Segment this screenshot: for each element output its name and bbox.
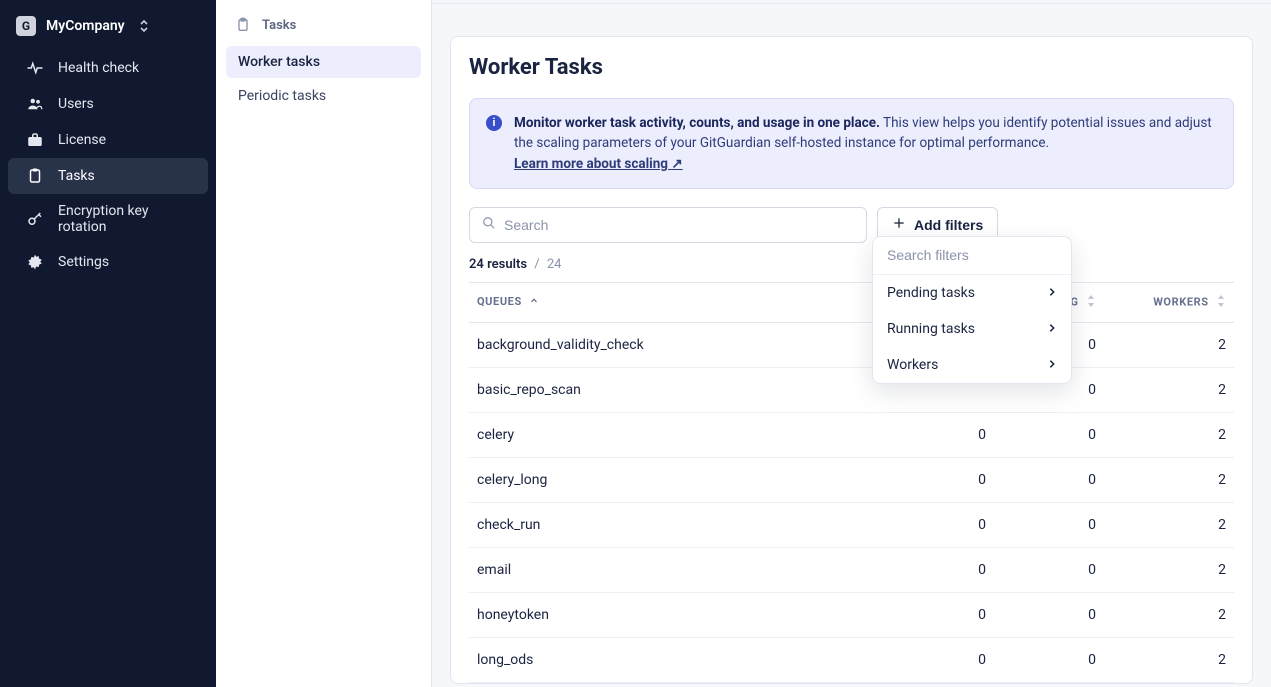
chevron-up-icon [529, 296, 539, 309]
chevron-updown-icon [135, 17, 153, 35]
sub-header: Tasks [226, 12, 421, 46]
workers-cell: 2 [1104, 637, 1234, 682]
queue-cell: long_ods [469, 637, 884, 682]
workers-cell: 2 [1104, 412, 1234, 457]
nav-settings[interactable]: Settings [8, 244, 208, 280]
search-box[interactable] [469, 207, 867, 243]
external-link-icon: ↗ [671, 156, 682, 172]
sub-sidebar: Tasks Worker tasks Periodic tasks [216, 0, 432, 687]
pending-cell: 0 [884, 412, 994, 457]
key-icon [26, 210, 44, 228]
nav-tasks[interactable]: Tasks [8, 158, 208, 194]
table-row[interactable]: email002 [469, 547, 1234, 592]
pending-cell: 0 [884, 547, 994, 592]
queue-cell: background_validity_check [469, 322, 884, 367]
queue-cell: celery_long [469, 457, 884, 502]
queue-cell: celery [469, 412, 884, 457]
nav-encryption[interactable]: Encryption key rotation [8, 194, 208, 244]
filter-search-input[interactable] [887, 247, 1057, 263]
sort-icon [1216, 295, 1226, 310]
main: Worker Tasks i Monitor worker task activ… [432, 0, 1271, 687]
chevron-right-icon [1047, 321, 1057, 337]
table-row[interactable]: celery002 [469, 412, 1234, 457]
nav-health-check[interactable]: Health check [8, 50, 208, 86]
nav-users[interactable]: Users [8, 86, 208, 122]
running-cell: 0 [994, 457, 1104, 502]
gear-icon [26, 253, 44, 271]
results-count-label: 24 results [469, 257, 527, 272]
info-banner: i Monitor worker task activity, counts, … [469, 98, 1234, 189]
column-workers[interactable]: WORKERS [1104, 282, 1234, 322]
topbar [432, 0, 1271, 4]
table-row[interactable]: basic_repo_scan02 [469, 367, 1234, 412]
nav-label: License [58, 132, 106, 148]
workers-cell: 2 [1104, 592, 1234, 637]
workers-cell: 2 [1104, 502, 1234, 547]
results-total: 24 [547, 257, 562, 272]
nav-label: Health check [58, 60, 139, 76]
workers-cell: 2 [1104, 547, 1234, 592]
nav-license[interactable]: License [8, 122, 208, 158]
queue-cell: email [469, 547, 884, 592]
nav-label: Settings [58, 254, 109, 270]
table-row[interactable]: celery_long002 [469, 457, 1234, 502]
filter-option-workers[interactable]: Workers [873, 347, 1071, 383]
running-cell: 0 [994, 547, 1104, 592]
sub-header-label: Tasks [262, 18, 296, 33]
sort-icon [1086, 295, 1096, 310]
running-cell: 0 [994, 637, 1104, 682]
briefcase-icon [26, 131, 44, 149]
table-row[interactable]: honeytoken002 [469, 592, 1234, 637]
clipboard-icon [26, 167, 44, 185]
page-title: Worker Tasks [469, 55, 1234, 80]
running-cell: 0 [994, 592, 1104, 637]
table-row[interactable]: long_ods002 [469, 637, 1234, 682]
filter-dropdown: Pending tasks Running tasks Workers [872, 236, 1072, 384]
search-icon [482, 216, 496, 234]
banner-bold: Monitor worker task activity, counts, an… [514, 115, 880, 131]
content-card: Worker Tasks i Monitor worker task activ… [450, 36, 1253, 684]
heartbeat-icon [26, 59, 44, 77]
clipboard-icon [234, 16, 252, 34]
banner-link[interactable]: Learn more about scaling ↗ [514, 156, 683, 172]
nav-label: Users [58, 96, 94, 112]
table-row[interactable]: background_validity_check02 [469, 322, 1234, 367]
running-cell: 0 [994, 502, 1104, 547]
queues-table: QUEUES NING WORKERS [469, 282, 1234, 683]
chevron-right-icon [1047, 285, 1057, 301]
queue-cell: check_run [469, 502, 884, 547]
queue-cell: honeytoken [469, 592, 884, 637]
plus-icon [892, 216, 906, 233]
queue-cell: basic_repo_scan [469, 367, 884, 412]
column-queues[interactable]: QUEUES [469, 282, 884, 322]
search-input[interactable] [504, 217, 854, 233]
running-cell: 0 [994, 412, 1104, 457]
org-switcher[interactable]: G MyCompany [0, 6, 216, 50]
nav-label: Tasks [58, 168, 95, 184]
nav-label: Encryption key rotation [58, 203, 190, 235]
filters-row: Add filters [469, 207, 1234, 243]
pending-cell: 0 [884, 457, 994, 502]
results-count: 24 results / 24 [469, 257, 1234, 272]
users-icon [26, 95, 44, 113]
pending-cell: 0 [884, 592, 994, 637]
pending-cell: 0 [884, 637, 994, 682]
filter-option-pending-tasks[interactable]: Pending tasks [873, 275, 1071, 311]
sidebar: G MyCompany Health check Users License T… [0, 0, 216, 687]
workers-cell: 2 [1104, 457, 1234, 502]
workers-cell: 2 [1104, 367, 1234, 412]
workers-cell: 2 [1104, 322, 1234, 367]
org-name: MyCompany [46, 18, 125, 34]
chevron-right-icon [1047, 357, 1057, 373]
org-badge: G [16, 16, 36, 36]
filter-search-wrap [873, 237, 1071, 275]
pending-cell: 0 [884, 502, 994, 547]
table-row[interactable]: check_run002 [469, 502, 1234, 547]
filter-option-running-tasks[interactable]: Running tasks [873, 311, 1071, 347]
add-filters-label: Add filters [914, 217, 983, 233]
sub-item-worker-tasks[interactable]: Worker tasks [226, 46, 421, 78]
info-icon: i [486, 115, 502, 131]
sub-item-periodic-tasks[interactable]: Periodic tasks [226, 80, 421, 112]
